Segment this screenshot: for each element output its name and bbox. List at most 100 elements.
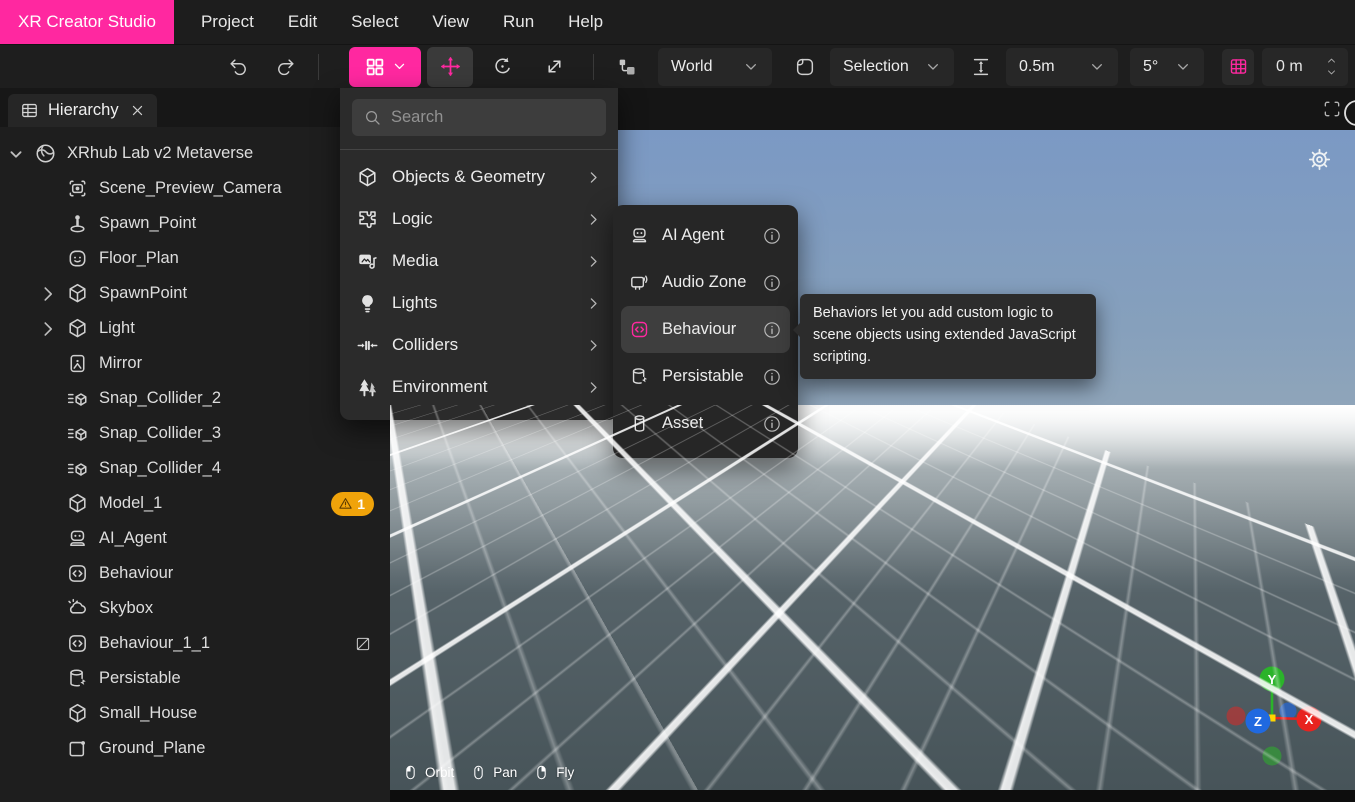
- add-object-button[interactable]: [349, 47, 421, 87]
- tree-row-snap_collider_3[interactable]: Snap_Collider_3: [0, 416, 390, 451]
- viewport-footer: [390, 790, 1355, 802]
- tree-row-snap_collider_2[interactable]: Snap_Collider_2: [0, 381, 390, 416]
- account-avatar[interactable]: [1341, 97, 1355, 129]
- menu-item-media[interactable]: Media: [340, 240, 618, 282]
- rotate-snap-dropdown[interactable]: 5°: [1130, 48, 1204, 86]
- cube-icon: [66, 282, 89, 305]
- hierarchy-tab[interactable]: Hierarchy: [8, 94, 157, 127]
- info-icon[interactable]: [762, 414, 782, 434]
- submenu-item-ai-agent[interactable]: AI Agent: [621, 212, 790, 259]
- info-icon[interactable]: [762, 226, 782, 246]
- search-box[interactable]: [352, 99, 606, 136]
- submenu-item-asset[interactable]: Asset: [621, 400, 790, 447]
- stepper-arrows[interactable]: [1325, 55, 1338, 78]
- undo-button[interactable]: [222, 50, 256, 84]
- submenu-item-audio-zone[interactable]: Audio Zone: [621, 259, 790, 306]
- move-snap-dropdown[interactable]: 0.5m: [1006, 48, 1118, 86]
- hidden-icon[interactable]: [354, 635, 372, 653]
- tree-row-ai_agent[interactable]: AI_Agent: [0, 521, 390, 556]
- tree-row-scene_preview_camera[interactable]: Scene_Preview_Camera: [0, 171, 390, 206]
- person-icon: [66, 212, 89, 235]
- tree-row-persistable[interactable]: Persistable: [0, 661, 390, 696]
- tree-row-ground_plane[interactable]: Ground_Plane: [0, 731, 390, 766]
- menubar-item-run[interactable]: Run: [486, 0, 551, 44]
- app-window: XR Creator Studio ProjectEditSelectViewR…: [0, 0, 1355, 802]
- menubar-item-edit[interactable]: Edit: [271, 0, 334, 44]
- tree-row-behaviour[interactable]: Behaviour: [0, 556, 390, 591]
- rotate-icon: [491, 55, 514, 78]
- tree-row-floor_plan[interactable]: Floor_Plan: [0, 241, 390, 276]
- tree-item-label: Mirror: [99, 354, 142, 373]
- undo-icon: [228, 56, 250, 78]
- cube-icon: [66, 492, 89, 515]
- nav-hint-label: Pan: [493, 765, 517, 780]
- hierarchy-tab-label: Hierarchy: [48, 101, 119, 120]
- tree-row-light[interactable]: Light: [0, 311, 390, 346]
- info-icon[interactable]: [762, 320, 782, 340]
- search-input[interactable]: [391, 108, 595, 127]
- viewport-settings-gear-icon[interactable]: [1306, 146, 1333, 173]
- submenu-item-persistable[interactable]: Persistable: [621, 353, 790, 400]
- snap-grid-toggle[interactable]: [1222, 49, 1254, 85]
- warning-icon: [338, 496, 353, 511]
- vertical-extent-button[interactable]: [964, 50, 998, 84]
- tree-row-root[interactable]: XRhub Lab v2 Metaverse: [0, 136, 390, 171]
- close-tab-icon[interactable]: [130, 103, 145, 118]
- pivot-dropdown[interactable]: Selection: [830, 48, 954, 86]
- globe-icon: [34, 142, 57, 165]
- tree-row-skybox[interactable]: Skybox: [0, 591, 390, 626]
- chevron-right-icon[interactable]: [37, 318, 59, 340]
- menu-item-environment[interactable]: Environment: [340, 366, 618, 408]
- elevation-stepper[interactable]: 0 m: [1262, 48, 1348, 86]
- frame-select-button[interactable]: [788, 50, 822, 84]
- fullscreen-icon[interactable]: [1322, 99, 1342, 119]
- menubar-item-help[interactable]: Help: [551, 0, 620, 44]
- chevron-right-icon: [585, 295, 602, 312]
- world-space-dropdown[interactable]: World: [658, 48, 772, 86]
- info-icon[interactable]: [762, 367, 782, 387]
- twisty-spacer: [37, 598, 59, 620]
- menubar-item-select[interactable]: Select: [334, 0, 415, 44]
- axis-gizmo[interactable]: YXZ: [1222, 659, 1332, 769]
- tree-row-model_1[interactable]: Model_11: [0, 486, 390, 521]
- tree-row-behaviour_1_1[interactable]: Behaviour_1_1: [0, 626, 390, 661]
- menu-item-logic[interactable]: Logic: [340, 198, 618, 240]
- menu-item-objects-geometry[interactable]: Objects & Geometry: [340, 156, 618, 198]
- menu-item-lights[interactable]: Lights: [340, 282, 618, 324]
- robot-icon: [629, 225, 650, 246]
- chevron-right-icon: [585, 169, 602, 186]
- chevron-down-icon[interactable]: [5, 143, 27, 165]
- menubar-item-project[interactable]: Project: [184, 0, 271, 44]
- tree-row-spawn_point[interactable]: Spawn_Point: [0, 206, 390, 241]
- tree-row-snap_collider_4[interactable]: Snap_Collider_4: [0, 451, 390, 486]
- bulb-icon: [356, 292, 379, 315]
- redo-button[interactable]: [268, 50, 302, 84]
- twisty-spacer: [37, 178, 59, 200]
- nav-hint-label: Orbit: [425, 765, 454, 780]
- snap-collider-icon: [66, 387, 89, 410]
- menu-item-label: Colliders: [392, 335, 585, 355]
- nav-hint-orbit: Orbit: [402, 761, 454, 784]
- tree-row-small_house[interactable]: Small_House: [0, 696, 390, 731]
- submenu-item-behaviour[interactable]: Behaviour: [621, 306, 790, 353]
- submenu-item-label: Asset: [662, 414, 762, 433]
- snap-collider-icon: [66, 422, 89, 445]
- twisty-spacer: [37, 213, 59, 235]
- app-title[interactable]: XR Creator Studio: [0, 0, 174, 44]
- tree-row-spawnpoint[interactable]: SpawnPoint: [0, 276, 390, 311]
- move-tool-button[interactable]: [427, 47, 473, 87]
- scale-tool-button[interactable]: [531, 47, 577, 87]
- avatar-circle-icon: [1341, 97, 1355, 129]
- info-icon[interactable]: [762, 273, 782, 293]
- warning-badge[interactable]: 1: [331, 492, 374, 516]
- chevron-right-icon[interactable]: [37, 283, 59, 305]
- rotate-tool-button[interactable]: [479, 47, 525, 87]
- frame-select-icon: [794, 56, 816, 78]
- tree-row-mirror[interactable]: Mirror: [0, 346, 390, 381]
- transform-space-icon: [616, 56, 638, 78]
- plane-icon: [66, 737, 89, 760]
- transform-space-button[interactable]: [610, 50, 644, 84]
- mirror-icon: [66, 352, 89, 375]
- menu-item-colliders[interactable]: Colliders: [340, 324, 618, 366]
- menubar-item-view[interactable]: View: [415, 0, 486, 44]
